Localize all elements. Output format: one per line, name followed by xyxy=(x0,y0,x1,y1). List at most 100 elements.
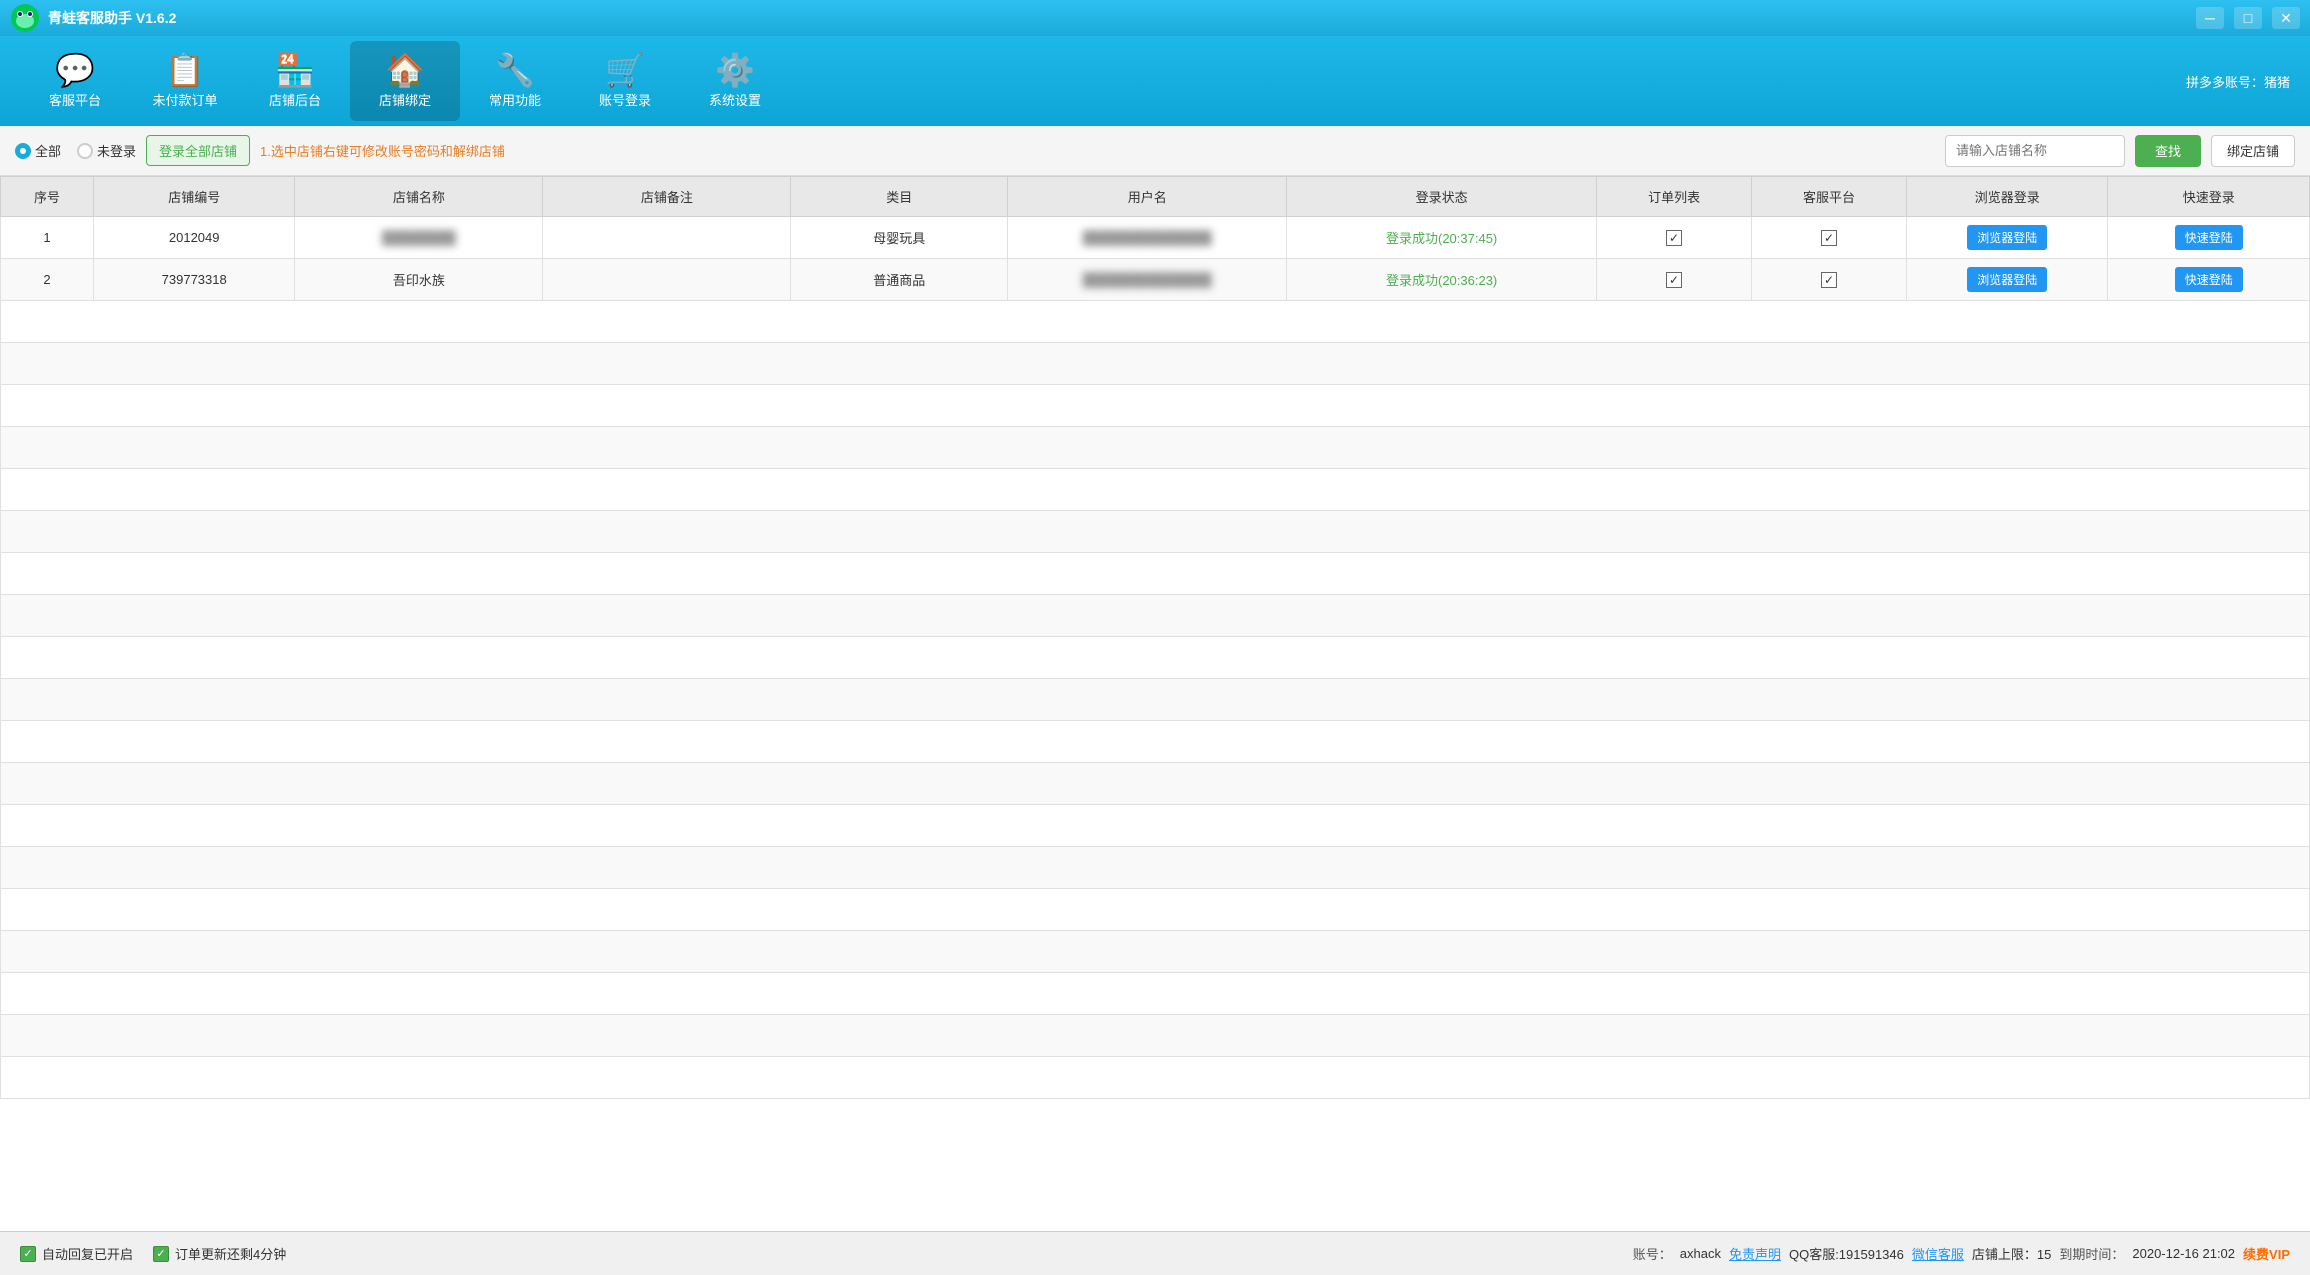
radio-not-logged-in-circle xyxy=(77,143,93,159)
nav-label-customer-service: 客服平台 xyxy=(49,90,101,109)
table-row-empty xyxy=(1,595,2310,637)
cell-loginstatus-2: 登录成功(20:36:23) xyxy=(1287,259,1597,301)
col-header-quicklogin: 快速登录 xyxy=(2108,177,2310,217)
login-all-button[interactable]: 登录全部店铺 xyxy=(146,135,250,166)
table-row-empty xyxy=(1,553,2310,595)
table-row-empty xyxy=(1,973,2310,1015)
quick-login-button-1[interactable]: 快速登陆 xyxy=(2175,225,2243,250)
close-button[interactable]: ✕ xyxy=(2272,7,2300,29)
cell-browserlogin-1[interactable]: 浏览器登陆 xyxy=(1907,217,2108,259)
cell-platform-2[interactable] xyxy=(1752,259,1907,301)
table-row[interactable]: 1 2012049 ████████ 母婴玩具 ██████████████ 登… xyxy=(1,217,2310,259)
radio-all-circle xyxy=(15,143,31,159)
cell-quicklogin-1[interactable]: 快速登陆 xyxy=(2108,217,2310,259)
orderlist-checkbox-2[interactable] xyxy=(1666,272,1682,288)
radio-not-logged-in-label: 未登录 xyxy=(97,141,136,160)
col-header-seq: 序号 xyxy=(1,177,94,217)
nav-label-common-functions: 常用功能 xyxy=(489,90,541,109)
cell-shopname-1: ████████ xyxy=(295,217,543,259)
status-right: 账号： axhack 免责声明 QQ客服:191591346 微信客服 店铺上限… xyxy=(1633,1244,2290,1263)
cell-seq-2: 2 xyxy=(1,259,94,301)
account-value: axhack xyxy=(1680,1246,1721,1261)
wechat-service-link[interactable]: 微信客服 xyxy=(1912,1244,1964,1263)
table-row-empty xyxy=(1,889,2310,931)
nav-item-shop-backend[interactable]: 🏪 店铺后台 xyxy=(240,41,350,121)
cell-shopnote-1 xyxy=(543,217,791,259)
nav-item-unpaid-orders[interactable]: 📋 未付款订单 xyxy=(130,41,240,121)
auto-reply-checkbox[interactable] xyxy=(20,1246,36,1262)
nav-label-system-settings: 系统设置 xyxy=(709,90,761,109)
account-icon: 🛒 xyxy=(605,54,645,86)
orderlist-checkbox-1[interactable] xyxy=(1666,230,1682,246)
table-row-empty xyxy=(1,469,2310,511)
status-bar: 自动回复已开启 订单更新还剩4分钟 账号： axhack 免责声明 QQ客服:1… xyxy=(0,1231,2310,1275)
col-header-shopno: 店铺编号 xyxy=(93,177,294,217)
col-header-loginstatus: 登录状态 xyxy=(1287,177,1597,217)
toolbar-row: 全部 未登录 登录全部店铺 1.选中店铺右键可修改账号密码和解绑店铺 查找 绑定… xyxy=(0,126,2310,176)
nav-item-account-login[interactable]: 🛒 账号登录 xyxy=(570,41,680,121)
radio-not-logged-in[interactable]: 未登录 xyxy=(77,141,136,160)
table-row-empty xyxy=(1,805,2310,847)
disclaimer-link[interactable]: 免责声明 xyxy=(1729,1244,1781,1263)
cell-browserlogin-2[interactable]: 浏览器登陆 xyxy=(1907,259,2108,301)
shop-bind-icon: 🏠 xyxy=(385,54,425,86)
col-header-platform: 客服平台 xyxy=(1752,177,1907,217)
cell-quicklogin-2[interactable]: 快速登陆 xyxy=(2108,259,2310,301)
nav-label-unpaid-orders: 未付款订单 xyxy=(152,90,217,109)
bind-shop-button[interactable]: 绑定店铺 xyxy=(2211,135,2295,167)
col-header-category: 类目 xyxy=(791,177,1008,217)
auto-reply-label: 自动回复已开启 xyxy=(42,1244,133,1263)
quick-login-button-2[interactable]: 快速登陆 xyxy=(2175,267,2243,292)
cell-orderlist-2[interactable] xyxy=(1597,259,1752,301)
title-bar: 青蛙客服助手 V1.6.2 ─ □ ✕ xyxy=(0,0,2310,36)
col-header-shopname: 店铺名称 xyxy=(295,177,543,217)
shop-backend-icon: 🏪 xyxy=(275,54,315,86)
table-row-empty xyxy=(1,721,2310,763)
cell-platform-1[interactable] xyxy=(1752,217,1907,259)
pdd-account: 拼多多账号：猪猪 xyxy=(2186,72,2290,91)
table-row[interactable]: 2 739773318 吾印水族 普通商品 ██████████████ 登录成… xyxy=(1,259,2310,301)
nav-item-shop-bind[interactable]: 🏠 店铺绑定 xyxy=(350,41,460,121)
table-row-empty xyxy=(1,1015,2310,1057)
col-header-username: 用户名 xyxy=(1008,177,1287,217)
shop-table: 序号 店铺编号 店铺名称 店铺备注 类目 用户名 登录状态 订单列表 客服平台 … xyxy=(0,176,2310,1099)
table-row-empty xyxy=(1,637,2310,679)
vip-button[interactable]: 续费VIP xyxy=(2243,1244,2290,1263)
maximize-button[interactable]: □ xyxy=(2234,7,2262,29)
nav-item-common-functions[interactable]: 🔧 常用功能 xyxy=(460,41,570,121)
browser-login-button-2[interactable]: 浏览器登陆 xyxy=(1967,267,2047,292)
cell-category-2: 普通商品 xyxy=(791,259,1008,301)
minimize-button[interactable]: ─ xyxy=(2196,7,2224,29)
search-input[interactable] xyxy=(1945,135,2125,167)
table-row-empty xyxy=(1,427,2310,469)
table-row-empty xyxy=(1,763,2310,805)
cell-orderlist-1[interactable] xyxy=(1597,217,1752,259)
order-update-checkbox[interactable] xyxy=(153,1246,169,1262)
platform-checkbox-1[interactable] xyxy=(1821,230,1837,246)
radio-all[interactable]: 全部 xyxy=(15,141,61,160)
account-label: 账号： xyxy=(1633,1244,1672,1263)
order-update-status: 订单更新还剩4分钟 xyxy=(153,1244,286,1263)
cell-category-1: 母婴玩具 xyxy=(791,217,1008,259)
cell-shopno-2: 739773318 xyxy=(93,259,294,301)
search-button[interactable]: 查找 xyxy=(2135,135,2201,167)
nav-label-account-login: 账号登录 xyxy=(599,90,651,109)
platform-checkbox-2[interactable] xyxy=(1821,272,1837,288)
table-row-empty xyxy=(1,301,2310,343)
auto-reply-status: 自动回复已开启 xyxy=(20,1244,133,1263)
radio-all-label: 全部 xyxy=(35,141,61,160)
expire-value: 2020-12-16 21:02 xyxy=(2132,1246,2235,1261)
browser-login-button-1[interactable]: 浏览器登陆 xyxy=(1967,225,2047,250)
shop-limit: 店铺上限：15 xyxy=(1972,1244,2051,1263)
table-row-empty xyxy=(1,931,2310,973)
radio-group: 全部 未登录 xyxy=(15,141,136,160)
col-header-shopnote: 店铺备注 xyxy=(543,177,791,217)
order-list-icon: 📋 xyxy=(165,54,205,86)
chat-icon: 💬 xyxy=(55,54,95,86)
table-row-empty xyxy=(1,679,2310,721)
nav-item-system-settings[interactable]: ⚙️ 系统设置 xyxy=(680,41,790,121)
nav-item-customer-service[interactable]: 💬 客服平台 xyxy=(20,41,130,121)
cell-loginstatus-1: 登录成功(20:37:45) xyxy=(1287,217,1597,259)
table-row-empty xyxy=(1,385,2310,427)
cell-seq-1: 1 xyxy=(1,217,94,259)
